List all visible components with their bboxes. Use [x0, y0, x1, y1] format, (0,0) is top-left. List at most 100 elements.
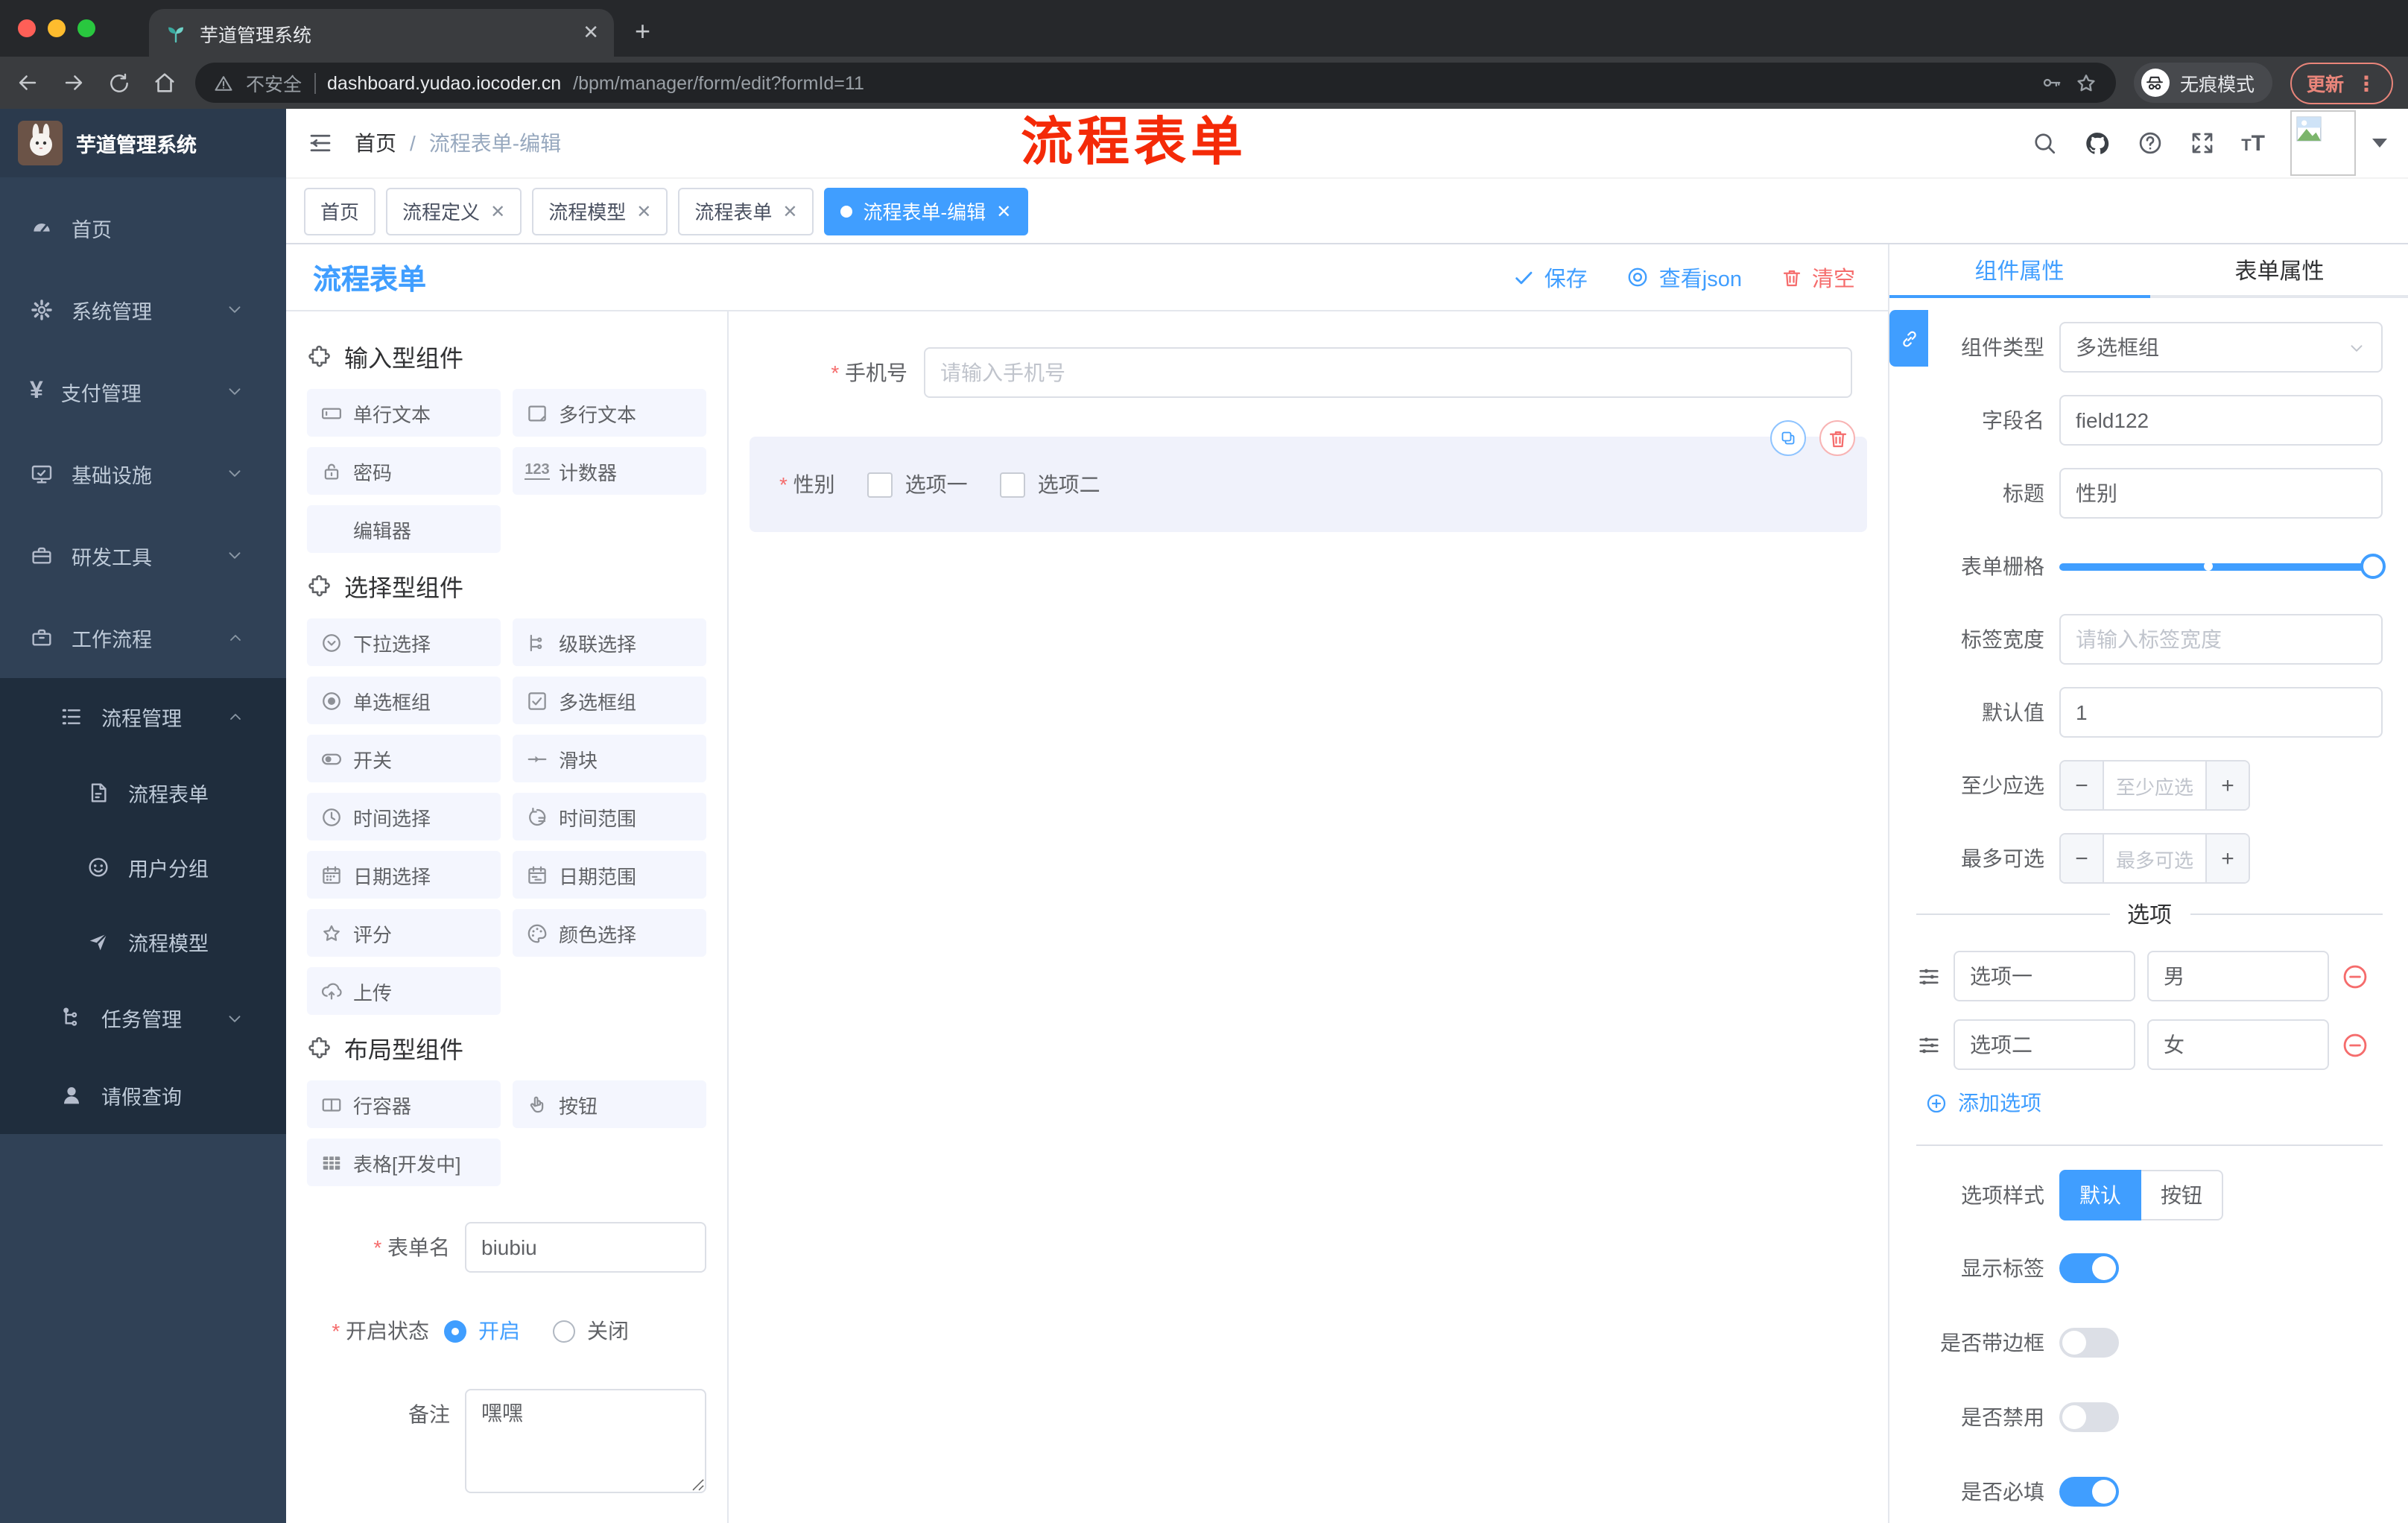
- add-option-button[interactable]: 添加选项: [1925, 1088, 2383, 1118]
- checkbox-box[interactable]: [1000, 472, 1026, 497]
- github-icon[interactable]: [2083, 129, 2111, 157]
- close-window-button[interactable]: [18, 19, 36, 37]
- tab-close-icon[interactable]: ✕: [583, 21, 599, 45]
- 是否禁用-toggle[interactable]: [2059, 1402, 2119, 1432]
- save-button[interactable]: 保存: [1513, 262, 1588, 293]
- sidebar-logo[interactable]: 芋道管理系统: [0, 109, 286, 177]
- tag-流程模型[interactable]: 流程模型 ✕: [532, 187, 668, 235]
- reload-button[interactable]: [107, 71, 131, 95]
- palette-item-滑块[interactable]: 滑块: [513, 735, 706, 782]
- slider-handle[interactable]: [2360, 554, 2386, 579]
- view-json-button[interactable]: 查看json: [1626, 262, 1742, 293]
- stepper-plus-button[interactable]: +: [2205, 835, 2249, 882]
- sidebar-item-任务管理[interactable]: 任务管理: [0, 979, 286, 1057]
- palette-item-计数器[interactable]: 123 计数器: [513, 447, 706, 495]
- grid-slider[interactable]: [2059, 553, 2386, 580]
- status-on-radio[interactable]: [444, 1320, 466, 1342]
- collapse-sidebar-icon[interactable]: [307, 130, 334, 156]
- 显示标签-toggle[interactable]: [2059, 1253, 2119, 1283]
- drawer-toggle[interactable]: [1889, 310, 1928, 367]
- window-controls[interactable]: [18, 19, 95, 37]
- palette-item-按钮[interactable]: 按钮: [513, 1080, 706, 1128]
- status-off-label[interactable]: 关闭: [587, 1305, 629, 1356]
- sidebar-item-首页[interactable]: 首页: [0, 186, 286, 268]
- field-name-input[interactable]: [2059, 395, 2383, 446]
- sidebar-item-请假查询[interactable]: 请假查询: [0, 1057, 286, 1134]
- status-off-radio[interactable]: [553, 1320, 575, 1342]
- palette-item-级联选择[interactable]: 级联选择: [513, 618, 706, 666]
- sidebar-item-流程表单[interactable]: 流程表单: [0, 756, 286, 830]
- palette-item-日期范围[interactable]: 日期范围: [513, 851, 706, 899]
- browser-tab[interactable]: 芋道管理系统 ✕: [149, 9, 614, 57]
- password-manager-icon[interactable]: [2040, 72, 2062, 94]
- stepper-minus-button[interactable]: −: [2061, 835, 2104, 882]
- palette-item-日期选择[interactable]: 日期选择: [307, 851, 501, 899]
- palette-item-单行文本[interactable]: 单行文本: [307, 389, 501, 437]
- tag-首页[interactable]: 首页: [304, 187, 376, 235]
- tag-close-icon[interactable]: ✕: [782, 200, 797, 221]
- option-name-input[interactable]: [1954, 1019, 2135, 1070]
- minimize-window-button[interactable]: [48, 19, 66, 37]
- label-width-input[interactable]: [2059, 614, 2383, 665]
- remove-option-icon[interactable]: [2341, 962, 2369, 990]
- search-icon[interactable]: [2031, 130, 2058, 156]
- home-button[interactable]: [152, 70, 177, 95]
- palette-item-颜色选择[interactable]: 颜色选择: [513, 909, 706, 957]
- palette-item-下拉选择[interactable]: 下拉选择: [307, 618, 501, 666]
- help-icon[interactable]: [2137, 130, 2164, 156]
- clear-button[interactable]: 清空: [1781, 262, 1855, 293]
- title-input[interactable]: [2059, 468, 2383, 519]
- tag-close-icon[interactable]: ✕: [636, 200, 651, 221]
- selected-component-gender[interactable]: 性别 选项一 选项二: [750, 420, 1867, 532]
- stepper-minus-button[interactable]: −: [2061, 762, 2104, 809]
- tab-component-props[interactable]: 组件属性: [1889, 244, 2149, 298]
- palette-item-上传[interactable]: 上传: [307, 967, 501, 1015]
- tab-form-props[interactable]: 表单属性: [2149, 244, 2408, 295]
- delete-component-button[interactable]: [1819, 420, 1855, 456]
- sidebar-item-支付管理[interactable]: ¥ 支付管理: [0, 350, 286, 432]
- palette-item-时间范围[interactable]: 时间范围: [513, 793, 706, 840]
- phone-input[interactable]: [924, 347, 1852, 398]
- option-name-input[interactable]: [1954, 951, 2135, 1001]
- form-remark-textarea[interactable]: 嘿嘿: [465, 1389, 706, 1493]
- sidebar-item-系统管理[interactable]: 系统管理: [0, 268, 286, 350]
- drag-handle-icon[interactable]: [1916, 1032, 1942, 1057]
- tag-流程表单-编辑[interactable]: 流程表单-编辑 ✕: [824, 187, 1028, 235]
- new-tab-button[interactable]: +: [635, 16, 650, 48]
- browser-update-button[interactable]: 更新 ⋮: [2290, 62, 2393, 104]
- sidebar-item-研发工具[interactable]: 研发工具: [0, 514, 286, 596]
- palette-item-时间选择[interactable]: 时间选择: [307, 793, 501, 840]
- avatar-caret-icon[interactable]: [2372, 139, 2387, 148]
- option-value-input[interactable]: [2147, 1019, 2329, 1070]
- tag-流程定义[interactable]: 流程定义 ✕: [386, 187, 522, 235]
- tag-流程表单[interactable]: 流程表单 ✕: [678, 187, 814, 235]
- palette-item-表格[开发中][interactable]: 表格[开发中]: [307, 1139, 501, 1186]
- stepper-plus-button[interactable]: +: [2205, 762, 2249, 809]
- palette-item-单选框组[interactable]: 单选框组: [307, 677, 501, 724]
- component-type-select[interactable]: 多选框组: [2059, 322, 2383, 373]
- remove-option-icon[interactable]: [2341, 1030, 2369, 1059]
- palette-item-编辑器[interactable]: 编辑器: [307, 505, 501, 553]
- breadcrumb-home[interactable]: 首页: [355, 128, 396, 158]
- drag-handle-icon[interactable]: [1916, 963, 1942, 989]
- palette-item-多选框组[interactable]: 多选框组: [513, 677, 706, 724]
- fullscreen-icon[interactable]: [2189, 130, 2216, 156]
- form-canvas[interactable]: 手机号: [729, 311, 1888, 1523]
- tag-close-icon[interactable]: ✕: [996, 200, 1011, 221]
- tag-close-icon[interactable]: ✕: [490, 200, 505, 221]
- checkbox-box[interactable]: [867, 472, 893, 497]
- bookmark-star-icon[interactable]: [2074, 71, 2098, 95]
- 是否带边框-toggle[interactable]: [2059, 1328, 2119, 1358]
- option-value-input[interactable]: [2147, 951, 2329, 1001]
- sidebar-item-基础设施[interactable]: 基础设施: [0, 432, 286, 514]
- palette-item-多行文本[interactable]: 多行文本: [513, 389, 706, 437]
- status-on-label[interactable]: 开启: [478, 1305, 520, 1356]
- style-default-button[interactable]: 默认: [2059, 1170, 2141, 1220]
- font-size-icon[interactable]: TT: [2241, 132, 2265, 154]
- 是否必填-toggle[interactable]: [2059, 1477, 2119, 1507]
- sidebar-item-工作流程[interactable]: 工作流程: [0, 596, 286, 678]
- sidebar-item-流程管理[interactable]: 流程管理: [0, 678, 286, 756]
- sidebar-item-用户分组[interactable]: 用户分组: [0, 830, 286, 905]
- zoom-window-button[interactable]: [77, 19, 95, 37]
- style-button-button[interactable]: 按钮: [2141, 1170, 2223, 1220]
